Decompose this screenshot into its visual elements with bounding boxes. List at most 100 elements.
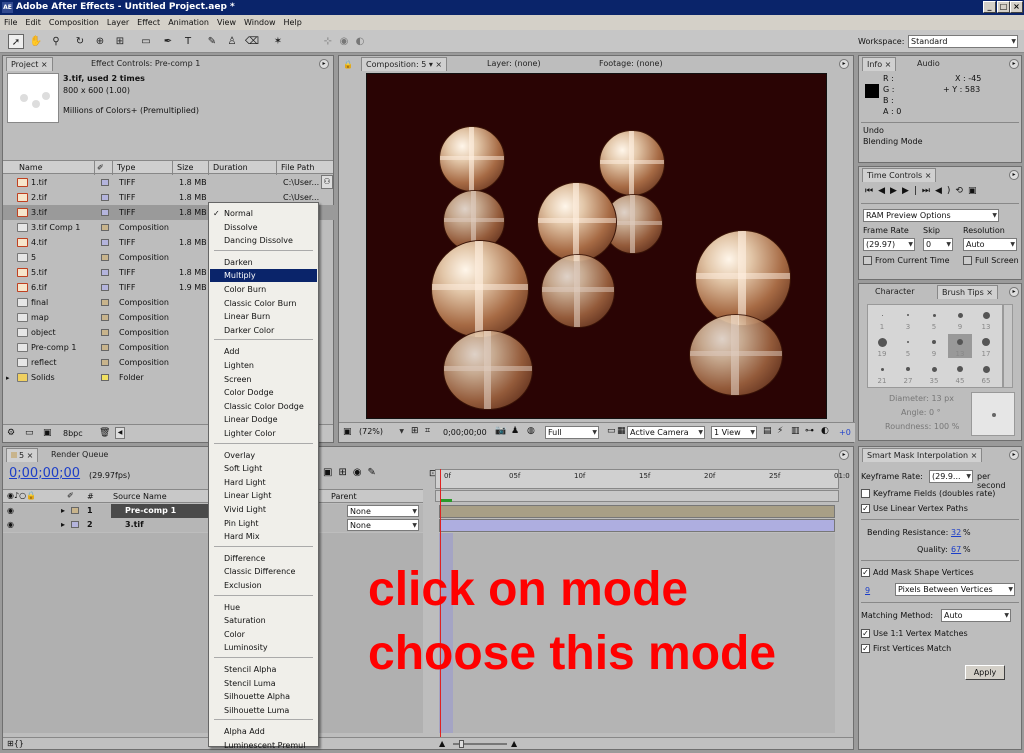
maximize-button[interactable]: □: [997, 1, 1010, 13]
rotate-tool-icon[interactable]: ↻: [72, 34, 88, 49]
blend-mode-hard-light[interactable]: Hard Light: [210, 476, 317, 489]
label-color-swatch[interactable]: [101, 329, 109, 336]
brush-tip[interactable]: 9: [922, 334, 946, 358]
parent-select[interactable]: None: [347, 519, 419, 531]
tab-time-controls[interactable]: Time Controls ×: [862, 168, 937, 182]
tab-character[interactable]: Character: [871, 285, 919, 299]
clone-stamp-icon[interactable]: ♙: [224, 34, 240, 49]
comp-viewer[interactable]: [366, 73, 827, 419]
menu-view[interactable]: View: [213, 15, 240, 30]
close-button[interactable]: ×: [1010, 1, 1023, 13]
orbit-camera-icon[interactable]: ⊕: [92, 34, 108, 49]
brush-tip[interactable]: 1: [870, 307, 894, 331]
exposure-value[interactable]: +0: [839, 428, 851, 437]
blend-mode-alpha-add[interactable]: Alpha Add: [210, 725, 317, 738]
label-color-swatch[interactable]: [101, 239, 109, 246]
vertices-mode-select[interactable]: Pixels Between Vertices: [895, 583, 1015, 596]
region-of-interest-icon[interactable]: ▭: [607, 426, 616, 436]
layer-label-color[interactable]: [71, 521, 79, 528]
quality-value[interactable]: 67: [951, 545, 961, 554]
menu-edit[interactable]: Edit: [21, 15, 45, 30]
hand-tool-icon[interactable]: ✋: [28, 34, 44, 49]
rectangle-mask-icon[interactable]: ▭: [138, 34, 154, 49]
camera-select[interactable]: Active Camera: [627, 426, 705, 439]
col-duration[interactable]: Duration: [209, 161, 277, 175]
world-axis-icon[interactable]: ◉: [336, 34, 352, 49]
brush-tip[interactable]: 3: [896, 307, 920, 331]
expand-icon[interactable]: ▸: [61, 506, 65, 515]
tab-smart-mask[interactable]: Smart Mask Interpolation ×: [862, 448, 983, 462]
menu-composition[interactable]: Composition: [45, 15, 103, 30]
blend-mode-lighter-color[interactable]: Lighter Color: [210, 427, 317, 440]
menu-animation[interactable]: Animation: [164, 15, 213, 30]
brush-tip[interactable]: 21: [870, 361, 894, 385]
view-axis-icon[interactable]: ◐: [352, 34, 368, 49]
label-color-swatch[interactable]: [101, 359, 109, 366]
blend-mode-luminosity[interactable]: Luminosity: [210, 641, 317, 654]
expand-folder-icon[interactable]: ▸: [6, 374, 10, 382]
brush-tip[interactable]: 5: [896, 334, 920, 358]
flowchart-icon[interactable]: ⊶: [805, 426, 814, 436]
timeline-switch-icons[interactable]: ▣⊞◉✎: [323, 467, 382, 478]
keyframe-fields-checkbox[interactable]: [861, 489, 870, 498]
pen-tool-icon[interactable]: ✒: [160, 34, 176, 49]
blend-mode-add[interactable]: Add: [210, 345, 317, 358]
brush-tip[interactable]: 27: [896, 361, 920, 385]
grid-icon[interactable]: ⌗: [425, 426, 430, 436]
new-folder-icon[interactable]: ▭: [25, 428, 34, 438]
tab-brush-tips[interactable]: Brush Tips ×: [937, 285, 998, 299]
brush-tip[interactable]: 5: [922, 307, 946, 331]
brush-tip[interactable]: 13: [948, 334, 972, 358]
bending-value[interactable]: 32: [951, 528, 961, 537]
blend-mode-difference[interactable]: Difference: [210, 552, 317, 565]
blend-mode-color-burn[interactable]: Color Burn: [210, 283, 317, 296]
tab-info[interactable]: Info ×: [862, 57, 897, 71]
flowchart-button-icon[interactable]: ⚇: [321, 175, 333, 189]
label-color-swatch[interactable]: [101, 209, 109, 216]
label-color-swatch[interactable]: [101, 284, 109, 291]
eye-icon[interactable]: ◉: [7, 506, 14, 515]
blend-mode-screen[interactable]: Screen: [210, 373, 317, 386]
timeline-menu-icon[interactable]: ▸: [839, 450, 849, 460]
transparency-grid-icon[interactable]: ▦: [617, 426, 626, 436]
tab-footage[interactable]: Footage: (none): [595, 57, 667, 71]
tab-effect-controls[interactable]: Effect Controls: Pre-comp 1: [87, 57, 204, 71]
blend-mode-color-dodge[interactable]: Color Dodge: [210, 386, 317, 399]
pan-behind-icon[interactable]: ⊞: [112, 34, 128, 49]
blend-mode-luminescent-premul[interactable]: Luminescent Premul: [210, 739, 317, 752]
snapshot-icon[interactable]: 📷: [495, 426, 506, 436]
blend-mode-silhouette-luma[interactable]: Silhouette Luma: [210, 704, 317, 717]
blend-mode-hard-mix[interactable]: Hard Mix: [210, 530, 317, 543]
blend-mode-classic-difference[interactable]: Classic Difference: [210, 565, 317, 578]
matching-select[interactable]: Auto: [941, 609, 1011, 622]
text-tool-icon[interactable]: T: [180, 34, 196, 49]
blend-mode-hue[interactable]: Hue: [210, 601, 317, 614]
add-vertices-checkbox[interactable]: ✓: [861, 568, 870, 577]
blend-mode-linear-burn[interactable]: Linear Burn: [210, 310, 317, 323]
delete-icon[interactable]: 🗑: [99, 428, 110, 438]
label-color-swatch[interactable]: [101, 254, 109, 261]
label-color-swatch[interactable]: [101, 194, 109, 201]
zoom-in-icon[interactable]: ▲: [511, 739, 517, 748]
col-name[interactable]: Name: [15, 161, 95, 175]
time-menu-icon[interactable]: ▸: [1009, 170, 1019, 180]
brush-menu-icon[interactable]: ▸: [1009, 287, 1019, 297]
puppet-pin-icon[interactable]: ✶: [270, 34, 286, 49]
smart-mask-menu-icon[interactable]: ▸: [1009, 450, 1019, 460]
vertices-value[interactable]: 9: [865, 586, 870, 595]
tab-composition[interactable]: Composition: 5 ▾ ×: [361, 57, 448, 71]
skip-select[interactable]: 0: [923, 238, 953, 251]
full-screen-checkbox[interactable]: [963, 256, 972, 265]
fast-previews-icon[interactable]: ⚡: [777, 426, 783, 436]
layer-bar-1[interactable]: [439, 505, 835, 518]
tab-layer[interactable]: Layer: (none): [483, 57, 545, 71]
view-layout-select[interactable]: 1 View: [711, 426, 757, 439]
zoom-slider-thumb[interactable]: [459, 740, 464, 748]
bpc-label[interactable]: 8bpc: [63, 429, 83, 438]
blend-mode-stencil-alpha[interactable]: Stencil Alpha: [210, 663, 317, 676]
menu-effect[interactable]: Effect: [133, 15, 164, 30]
project-row[interactable]: 1.tif TIFF 1.8 MB C:\User...: [3, 175, 335, 190]
safe-zones-icon[interactable]: ⊞: [411, 426, 419, 436]
label-col-icon[interactable]: ✐: [95, 161, 113, 175]
brush-tip[interactable]: 9: [948, 307, 972, 331]
